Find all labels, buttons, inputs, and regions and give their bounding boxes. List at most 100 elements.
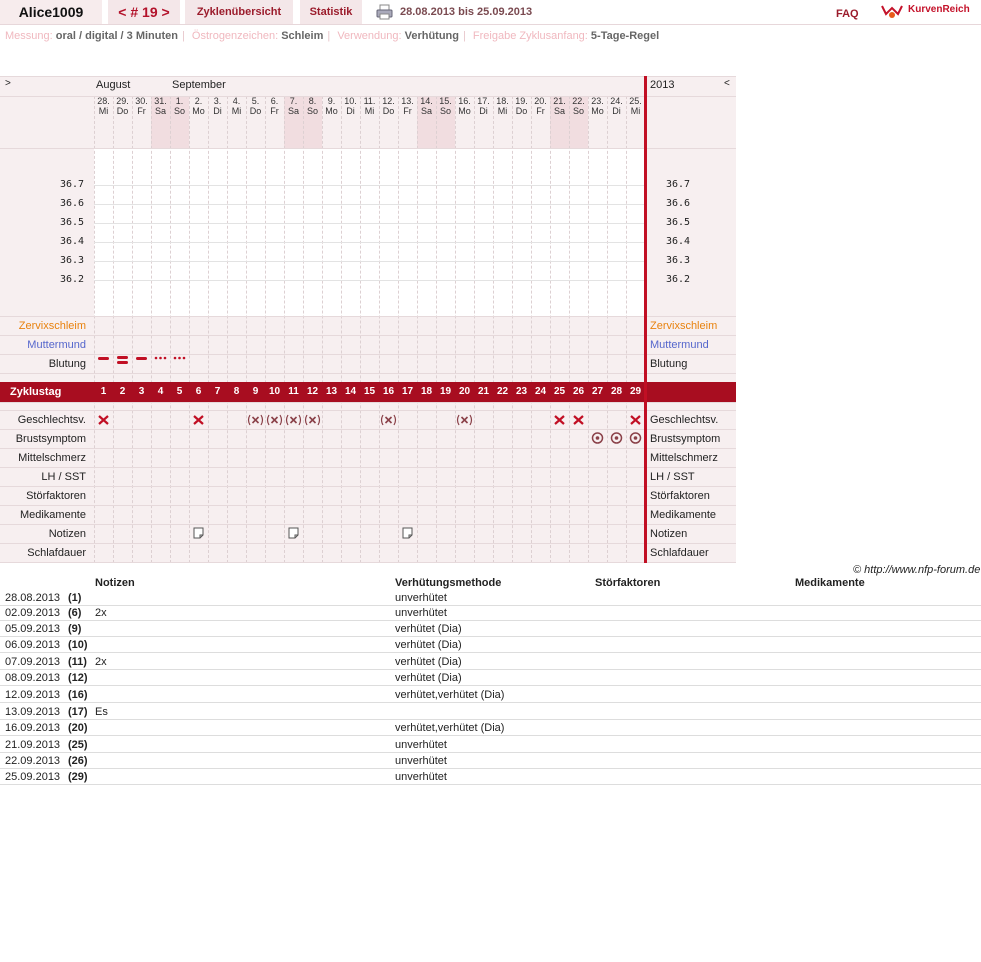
day-weekday: Do — [515, 106, 528, 116]
day-date: 25. — [629, 96, 642, 106]
row-label-geschlechtsv: Geschlechtsv. — [650, 414, 719, 426]
grid-row-line — [0, 524, 736, 525]
day-header[interactable]: 10. Di — [341, 96, 360, 126]
cycle-day-number: 2 — [119, 386, 126, 397]
cycle-day-number: 29 — [629, 386, 642, 397]
row-label-brustsymptom: Brustsymptom — [650, 433, 721, 445]
col-notes-header: Notizen — [95, 577, 135, 589]
row-label-geschlechtsv: Geschlechtsv. — [17, 414, 86, 426]
note-icon[interactable] — [284, 526, 303, 543]
day-header[interactable]: 12. Do — [379, 96, 398, 126]
protected-intercourse-mark — [455, 413, 474, 430]
grid-column-line — [208, 96, 209, 563]
day-header[interactable]: 5. Do — [246, 96, 265, 126]
tab-cycle-overview[interactable]: Zyklenübersicht — [185, 0, 293, 24]
day-header[interactable]: 28. Mi — [94, 96, 113, 126]
day-header[interactable]: 21. Sa — [550, 96, 569, 126]
verwendung-value: Verhütung — [404, 30, 459, 42]
grid-column-line — [360, 96, 361, 563]
grid-row-line — [0, 76, 736, 77]
temp-label-left: 36.3 — [60, 255, 85, 266]
day-header[interactable]: 17. Di — [474, 96, 493, 126]
nav-next-arrow[interactable]: < — [724, 78, 730, 89]
nav-prev-arrow[interactable]: > — [5, 78, 11, 89]
grid-row-line — [0, 543, 736, 544]
faq-link[interactable]: FAQ — [836, 4, 859, 24]
day-header[interactable]: 31. Sa — [151, 96, 170, 126]
day-header[interactable]: 24. Di — [607, 96, 626, 126]
day-header[interactable]: 29. Do — [113, 96, 132, 126]
day-header[interactable]: 30. Fr — [132, 96, 151, 126]
day-header[interactable]: 16. Mo — [455, 96, 474, 126]
grid-column-line — [246, 96, 247, 563]
day-header[interactable]: 9. Mo — [322, 96, 341, 126]
day-header[interactable]: 1. So — [170, 96, 189, 126]
day-date: 19. — [515, 96, 528, 106]
print-icon[interactable] — [376, 4, 393, 20]
cycle-day-number: 16 — [382, 386, 395, 397]
table-row: 08.09.2013 (12) verhütet (Dia) — [0, 670, 981, 686]
col-method-header: Verhütungsmethode — [395, 577, 502, 589]
day-header[interactable]: 2. Mo — [189, 96, 208, 126]
day-header[interactable]: 11. Mi — [360, 96, 379, 126]
cycle-day-number: 8 — [233, 386, 240, 397]
row-label-blutung: Blutung — [48, 358, 86, 370]
day-header[interactable]: 22. So — [569, 96, 588, 126]
day-weekday: Sa — [154, 106, 166, 116]
row-label-zervixschleim: Zervixschleim — [18, 320, 86, 332]
day-date: 16. — [458, 96, 471, 106]
day-header[interactable]: 7. Sa — [284, 96, 303, 126]
grid-column-line — [398, 96, 399, 563]
note-icon[interactable] — [398, 526, 417, 543]
day-header[interactable]: 18. Mi — [493, 96, 512, 126]
day-header[interactable]: 19. Do — [512, 96, 531, 126]
row-date: 08.09.2013 — [5, 672, 61, 684]
day-date: 2. — [194, 96, 203, 106]
oestro-label: Östrogenzeichen: — [191, 30, 279, 42]
cycle-day-number: 25 — [553, 386, 566, 397]
cycle-day-number: 5 — [176, 386, 183, 397]
row-label-zervixschleim: Zervixschleim — [650, 320, 718, 332]
row-cycle-day: (17) — [68, 706, 88, 718]
intercourse-mark — [189, 413, 208, 430]
logo-text[interactable]: KurvenReich — [908, 0, 970, 20]
row-date: 12.09.2013 — [5, 689, 61, 701]
cycle-day-number: 13 — [325, 386, 338, 397]
note-icon[interactable] — [189, 526, 208, 543]
grid-column-line — [417, 96, 418, 563]
day-header[interactable]: 13. Fr — [398, 96, 417, 126]
bleeding-mark — [170, 353, 189, 370]
grid-column-line — [626, 96, 627, 563]
day-weekday: Di — [213, 106, 222, 116]
kurvenreich-logo-icon[interactable] — [880, 2, 904, 20]
day-header[interactable]: 4. Mi — [227, 96, 246, 126]
row-method: unverhütet — [395, 739, 447, 751]
settings-line: Messung: oral / digital / 3 Minuten | Öst… — [5, 30, 660, 42]
day-header[interactable]: 6. Fr — [265, 96, 284, 126]
grid-row-line — [0, 486, 736, 487]
day-header[interactable]: 8. So — [303, 96, 322, 126]
grid-column-line — [436, 96, 437, 563]
day-date: 18. — [496, 96, 509, 106]
protected-intercourse-mark — [284, 413, 303, 430]
tab-statistics[interactable]: Statistik — [300, 0, 362, 24]
row-label-muttermund: Muttermund — [650, 339, 709, 351]
protected-intercourse-mark — [379, 413, 398, 430]
cycle-navigator[interactable]: < # 19 > — [108, 0, 180, 24]
table-row: 28.08.2013 (1) unverhütet — [0, 590, 981, 606]
row-date: 02.09.2013 — [5, 607, 61, 619]
day-header[interactable]: 23. Mo — [588, 96, 607, 126]
grid-column-line — [265, 96, 266, 563]
protected-intercourse-mark — [265, 413, 284, 430]
day-header[interactable]: 20. Fr — [531, 96, 550, 126]
breast-symptom-mark — [607, 431, 626, 448]
day-weekday: Do — [116, 106, 129, 116]
day-header[interactable]: 25. Mi — [626, 96, 645, 126]
username[interactable]: Alice1009 — [0, 0, 102, 24]
cycle-day-number: 23 — [515, 386, 528, 397]
day-header[interactable]: 14. Sa — [417, 96, 436, 126]
row-date: 07.09.2013 — [5, 656, 61, 668]
day-header[interactable]: 15. So — [436, 96, 455, 126]
day-header[interactable]: 3. Di — [208, 96, 227, 126]
grid-row-line — [0, 316, 736, 317]
